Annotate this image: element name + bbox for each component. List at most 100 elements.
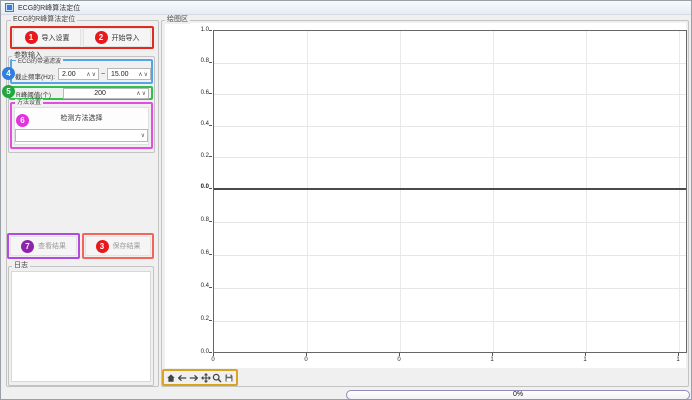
y-tick	[209, 352, 212, 353]
save-results-button[interactable]: 3 保存结果	[85, 236, 151, 256]
method-group-label: 方法设置	[15, 99, 43, 107]
plot-panel-group-label: 绘图区	[165, 16, 190, 24]
gridline	[214, 321, 686, 322]
step-badge-1: 1	[25, 31, 38, 44]
y-tick	[209, 320, 212, 321]
x-tick	[399, 353, 400, 356]
method-prompt-label: 检测方法选择	[14, 113, 149, 123]
gridline	[679, 31, 680, 352]
subplot-divider	[214, 188, 686, 190]
y-tick	[209, 254, 212, 255]
y-tick-label: 0.2	[185, 316, 209, 323]
window-title: ECG的R峰算法定位	[18, 3, 80, 13]
log-group-label: 日志	[12, 262, 30, 270]
range-separator: ~	[101, 71, 105, 78]
step-badge-3: 3	[96, 240, 109, 253]
bandpass-group-label: ECG的带通滤波	[16, 58, 63, 66]
start-import-button[interactable]: 2 开始导入	[83, 28, 151, 47]
spin-up-icon[interactable]: ∧	[136, 90, 140, 97]
y-tick	[209, 62, 212, 63]
left-panel-group-label: ECG的R峰算法定位	[11, 16, 77, 24]
gridline	[400, 31, 401, 352]
spin-up-icon[interactable]: ∧	[86, 71, 90, 78]
y-tick	[209, 287, 212, 288]
gridline	[493, 31, 494, 352]
cutoff-high-value: 15.00	[108, 71, 138, 78]
gridline	[214, 63, 686, 64]
home-icon[interactable]	[166, 373, 176, 383]
y-tick-label: 0.4	[185, 121, 209, 128]
y-tick-label: 0.2	[185, 153, 209, 160]
save-icon[interactable]	[224, 373, 234, 383]
spin-up-icon[interactable]: ∧	[138, 71, 142, 78]
import-settings-button[interactable]: 1 导入设置	[13, 28, 81, 47]
cutoff-low-value: 2.00	[59, 71, 86, 78]
y-tick-label-overlapped: 0.0	[185, 184, 209, 191]
step-badge-6: 6	[16, 114, 29, 127]
threshold-label: R峰阈值(个)	[16, 89, 51, 99]
gridline	[214, 157, 686, 158]
zoom-icon[interactable]	[212, 373, 222, 383]
y-tick-label: 0.6	[185, 90, 209, 97]
x-tick	[678, 353, 679, 356]
app-window: ECG的R峰算法定位 ECG的R峰算法定位 1 导入设置 2 开始导入 参数输入…	[0, 0, 692, 400]
gridline	[214, 222, 686, 223]
gridline	[214, 255, 686, 256]
cutoff-low-spinbox[interactable]: 2.00 ∧ ∨	[58, 68, 99, 80]
y-tick	[209, 93, 212, 94]
x-tick-label: 1	[482, 357, 502, 364]
step-badge-4: 4	[2, 67, 15, 80]
gridline	[307, 31, 308, 352]
x-tick-label: 1	[575, 357, 595, 364]
y-tick-label: 0.4	[185, 283, 209, 290]
y-tick	[209, 30, 212, 31]
y-tick	[209, 125, 212, 126]
plot-axes	[213, 30, 687, 353]
x-tick-label: 0	[389, 357, 409, 364]
progress-bar: 0%	[346, 390, 690, 400]
y-tick	[209, 221, 212, 222]
title-bar: ECG的R峰算法定位	[1, 1, 691, 15]
y-tick-label: 1.0	[185, 27, 209, 34]
back-icon[interactable]	[177, 373, 187, 383]
start-import-label: 开始导入	[112, 33, 140, 43]
x-tick	[585, 353, 586, 356]
view-results-label: 查看结果	[38, 241, 66, 251]
gridline	[214, 94, 686, 95]
cutoff-frequency-label: 截止频率(Hz):	[15, 71, 55, 81]
y-tick-label: 0.8	[185, 58, 209, 65]
log-textarea[interactable]	[11, 271, 151, 382]
x-tick	[306, 353, 307, 356]
progress-value: 0%	[513, 391, 523, 398]
gridline	[214, 288, 686, 289]
view-results-button[interactable]: 7 查看结果	[10, 236, 77, 256]
y-tick-label: 0.0	[185, 349, 209, 356]
threshold-value: 200	[64, 90, 136, 97]
gridline	[586, 31, 587, 352]
gridline	[214, 126, 686, 127]
x-tick-label: 0	[296, 357, 316, 364]
pan-icon[interactable]	[201, 373, 211, 383]
threshold-spinbox[interactable]: 200 ∧ ∨	[63, 88, 149, 99]
spin-down-icon[interactable]: ∨	[142, 90, 146, 97]
step-badge-7: 7	[21, 240, 34, 253]
app-icon	[5, 3, 14, 12]
plot-toolbar	[162, 369, 238, 386]
spin-down-icon[interactable]: ∨	[144, 71, 148, 78]
x-tick	[492, 353, 493, 356]
plot-canvas[interactable]: 1.0 0.8 0.6 0.4 0.2 0.0 0.8 0.6 0.4 0.2 …	[165, 23, 686, 368]
y-tick	[209, 188, 212, 189]
step-badge-2: 2	[95, 31, 108, 44]
y-tick-label: 0.8	[185, 217, 209, 224]
spin-down-icon[interactable]: ∨	[92, 71, 96, 78]
step-badge-5: 5	[2, 85, 15, 98]
cutoff-high-spinbox[interactable]: 15.00 ∧ ∨	[107, 68, 151, 80]
x-tick-label: 1	[668, 357, 688, 364]
y-tick-label: 0.6	[185, 250, 209, 257]
method-combobox[interactable]: ∨	[15, 129, 148, 142]
y-tick	[209, 156, 212, 157]
x-tick-label: 0	[203, 357, 223, 364]
forward-icon[interactable]	[189, 373, 199, 383]
save-results-label: 保存结果	[113, 241, 141, 251]
x-tick	[213, 353, 214, 356]
